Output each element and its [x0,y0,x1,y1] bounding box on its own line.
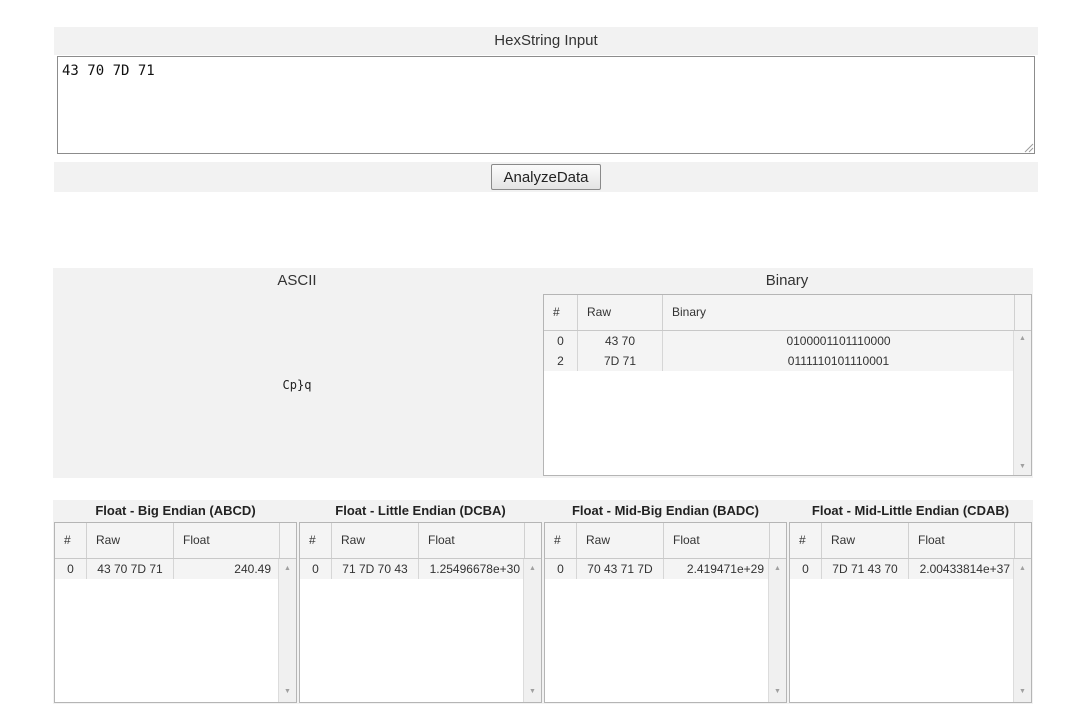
row-index: 0 [545,559,577,579]
row-raw: 70 43 71 7D [577,559,664,579]
float-mid-big-endian-header: Float - Mid-Big Endian (BADC) [543,500,788,522]
column-header-index[interactable]: # [55,523,87,558]
chevron-up-icon[interactable]: ▲ [1014,563,1031,575]
float-big-endian-table: # Raw Float 0 43 70 7D 71 240.49 ▲ ▼ [54,522,297,703]
chevron-down-icon[interactable]: ▼ [1014,686,1031,698]
column-header-raw[interactable]: Raw [577,523,664,558]
float-little-endian-header: Float - Little Endian (DCBA) [298,500,543,522]
column-header-index[interactable]: # [300,523,332,558]
float-big-endian-header: Float - Big Endian (ABCD) [53,500,298,522]
float-mid-little-endian-table: # Raw Float 0 7D 71 43 70 2.00433814e+37… [789,522,1032,703]
row-float: 240.49 [174,559,280,579]
table-row[interactable]: 0 70 43 71 7D 2.419471e+29 [545,559,770,579]
row-raw: 7D 71 43 70 [822,559,909,579]
float-big-endian-panel: Float - Big Endian (ABCD) # Raw Float 0 … [53,500,298,704]
row-index: 0 [790,559,822,579]
float-mid-little-endian-header: Float - Mid-Little Endian (CDAB) [788,500,1033,522]
chevron-down-icon[interactable]: ▼ [1014,461,1031,473]
row-float: 2.00433814e+37 [909,559,1015,579]
table-row[interactable]: 0 43 70 0100001101110000 [544,331,1015,351]
table-row[interactable]: 0 43 70 7D 71 240.49 [55,559,280,579]
table-row[interactable]: 0 71 7D 70 43 1.25496678e+30 [300,559,525,579]
float-mid-little-endian-panel: Float - Mid-Little Endian (CDAB) # Raw F… [788,500,1033,704]
analyze-data-button[interactable]: AnalyzeData [491,164,601,190]
ascii-output: Cp}q [282,378,312,392]
float-little-endian-panel: Float - Little Endian (DCBA) # Raw Float… [298,500,543,704]
float-mid-big-endian-table: # Raw Float 0 70 43 71 7D 2.419471e+29 ▲… [544,522,787,703]
vertical-scrollbar[interactable]: ▲ ▼ [523,559,541,702]
table-header: # Raw Float [790,523,1031,559]
table-header: # Raw Binary [544,295,1031,331]
chevron-down-icon[interactable]: ▼ [769,686,786,698]
column-header-raw[interactable]: Raw [332,523,419,558]
float-little-endian-table: # Raw Float 0 71 7D 70 43 1.25496678e+30… [299,522,542,703]
table-header: # Raw Float [55,523,296,559]
column-header-raw[interactable]: Raw [822,523,909,558]
table-row[interactable]: 0 7D 71 43 70 2.00433814e+37 [790,559,1015,579]
table-header: # Raw Float [300,523,541,559]
chevron-down-icon[interactable]: ▼ [524,686,541,698]
column-header-binary[interactable]: Binary [663,295,1015,330]
table-row[interactable]: 2 7D 71 0111110101110001 [544,351,1015,371]
vertical-scrollbar[interactable]: ▲ ▼ [768,559,786,702]
column-header-float[interactable]: Float [419,523,525,558]
column-header-float[interactable]: Float [174,523,280,558]
vertical-scrollbar[interactable]: ▲ ▼ [278,559,296,702]
row-index: 2 [544,351,578,371]
hexstring-input-field[interactable] [57,56,1035,154]
resize-grip-icon[interactable] [1022,141,1034,153]
row-raw: 43 70 [578,331,663,351]
column-header-float[interactable]: Float [664,523,770,558]
float-mid-big-endian-panel: Float - Mid-Big Endian (BADC) # Raw Floa… [543,500,788,704]
column-header-index[interactable]: # [790,523,822,558]
row-raw: 43 70 7D 71 [87,559,174,579]
hexstring-input-header: HexString Input [54,27,1038,55]
binary-table: # Raw Binary 0 43 70 0100001101110000 2 … [543,294,1032,476]
row-index: 0 [55,559,87,579]
ascii-header: ASCII [53,268,541,294]
chevron-up-icon[interactable]: ▲ [279,563,296,575]
column-header-raw[interactable]: Raw [578,295,663,330]
table-header: # Raw Float [545,523,786,559]
column-header-index[interactable]: # [544,295,578,330]
row-binary: 0100001101110000 [663,331,1015,351]
chevron-up-icon[interactable]: ▲ [524,563,541,575]
row-float: 2.419471e+29 [664,559,770,579]
row-raw: 7D 71 [578,351,663,371]
row-index: 0 [544,331,578,351]
row-raw: 71 7D 70 43 [332,559,419,579]
column-header-float[interactable]: Float [909,523,1015,558]
row-index: 0 [300,559,332,579]
row-binary: 0111110101110001 [663,351,1015,371]
column-header-index[interactable]: # [545,523,577,558]
vertical-scrollbar[interactable]: ▲ ▼ [1013,331,1031,475]
column-header-raw[interactable]: Raw [87,523,174,558]
row-float: 1.25496678e+30 [419,559,525,579]
vertical-scrollbar[interactable]: ▲ ▼ [1013,559,1031,702]
ascii-panel: ASCII [53,268,541,478]
chevron-up-icon[interactable]: ▲ [769,563,786,575]
chevron-down-icon[interactable]: ▼ [279,686,296,698]
binary-header: Binary [541,268,1033,294]
chevron-up-icon[interactable]: ▲ [1014,333,1031,345]
